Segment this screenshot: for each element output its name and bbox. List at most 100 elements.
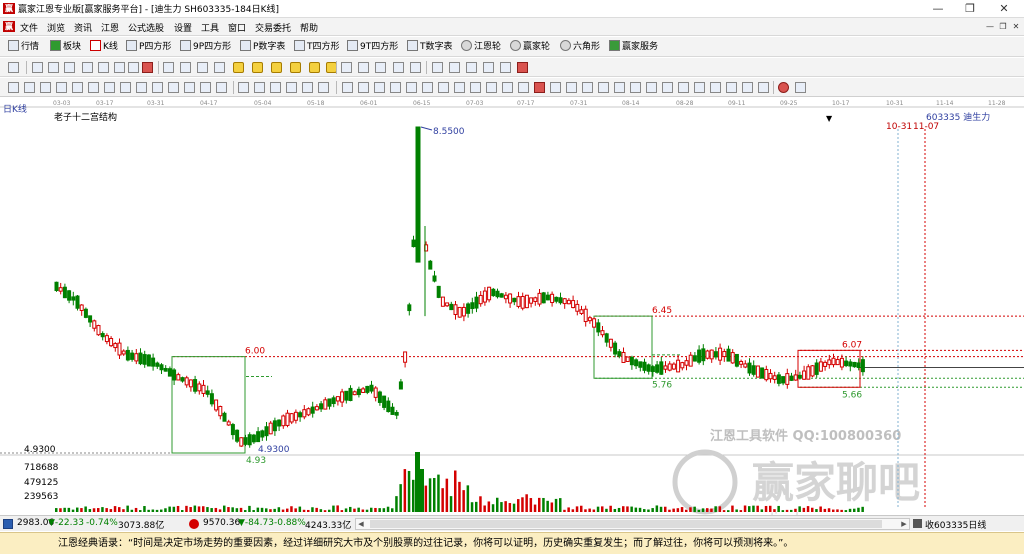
winner-service-button[interactable]: 赢家服务	[609, 40, 658, 54]
bars-3-icon[interactable]	[726, 82, 737, 93]
tri-icon[interactable]	[390, 82, 401, 93]
bars-icon[interactable]	[82, 62, 93, 73]
kline-button[interactable]: K线	[90, 40, 118, 54]
winner-wheel-button[interactable]: 赢家轮	[510, 40, 550, 54]
menu-file[interactable]: 文件	[20, 21, 38, 34]
arrow-right-icon[interactable]	[486, 82, 497, 93]
time-icon[interactable]	[582, 82, 593, 93]
period-label[interactable]: 日K线	[3, 102, 27, 115]
ladder-icon[interactable]	[518, 82, 529, 93]
square-icon[interactable]	[454, 82, 465, 93]
last-bar-icon[interactable]	[180, 62, 191, 73]
sync-icon[interactable]	[598, 82, 609, 93]
cross-icon[interactable]	[438, 82, 449, 93]
menu-browse[interactable]: 浏览	[47, 21, 65, 34]
menu-info[interactable]: 资讯	[74, 21, 92, 34]
gann-box-icon[interactable]	[270, 82, 281, 93]
save-icon[interactable]	[466, 62, 477, 73]
menu-window[interactable]: 窗口	[228, 21, 246, 34]
diamond-3-icon[interactable]	[271, 62, 282, 73]
scroll-right-icon[interactable]: ▶	[899, 519, 909, 529]
mirror-icon[interactable]	[646, 82, 657, 93]
diamond-2-icon[interactable]	[252, 62, 263, 73]
copy-icon[interactable]	[500, 62, 511, 73]
text-icon[interactable]	[184, 82, 195, 93]
gann-wheel-button[interactable]: 江恩轮	[461, 40, 501, 54]
quotes-button[interactable]: 行情	[8, 40, 39, 54]
sector-button[interactable]: 板块	[50, 40, 81, 54]
clear-icon[interactable]	[410, 62, 421, 73]
measure-icon[interactable]	[216, 82, 227, 93]
chart-type-icon[interactable]	[32, 62, 43, 73]
fan-icon[interactable]	[88, 82, 99, 93]
zigzag-icon[interactable]	[566, 82, 577, 93]
dotted-icon[interactable]	[662, 82, 673, 93]
table-icon[interactable]	[449, 62, 460, 73]
first-bar-icon[interactable]	[163, 62, 174, 73]
arrow-up-icon[interactable]	[72, 82, 83, 93]
diamond-5-icon[interactable]	[309, 62, 320, 73]
bracket-icon[interactable]	[678, 82, 689, 93]
menu-trade[interactable]: 交易委托	[255, 21, 291, 34]
pointer-icon[interactable]	[375, 62, 386, 73]
arrow-down-icon[interactable]	[128, 62, 139, 73]
menu-settings[interactable]: 设置	[174, 21, 192, 34]
layout-icon[interactable]	[8, 62, 19, 73]
channel-icon[interactable]	[24, 82, 35, 93]
next-bar-icon[interactable]	[214, 62, 225, 73]
infinity-icon[interactable]	[795, 82, 806, 93]
time-zone-icon[interactable]	[136, 82, 147, 93]
t-square-button[interactable]: T四方形	[294, 40, 340, 54]
spiral-icon[interactable]	[406, 82, 417, 93]
bars-5-icon[interactable]	[758, 82, 769, 93]
fib-icon[interactable]	[470, 82, 481, 93]
level-icon[interactable]	[550, 82, 561, 93]
kline-chart[interactable]: 03-03 03-17 03-31 04-17 05-04 05-18 06-01 06-15…	[0, 97, 1024, 515]
t-number-table-button[interactable]: T数字表	[407, 40, 453, 54]
p-number-table-button[interactable]: P数字表	[240, 40, 285, 54]
arc-icon[interactable]	[104, 82, 115, 93]
percent-icon[interactable]	[534, 82, 545, 93]
9p-square-button[interactable]: 9P四方形	[180, 40, 231, 54]
double-line-icon[interactable]	[358, 82, 369, 93]
flag-icon[interactable]	[142, 62, 153, 73]
mark-icon[interactable]	[614, 82, 625, 93]
calendar-icon[interactable]	[432, 62, 443, 73]
zero-icon[interactable]	[114, 62, 125, 73]
mdi-minimize-button[interactable]: —	[985, 21, 995, 32]
diamond-1-icon[interactable]	[233, 62, 244, 73]
hexagon-button[interactable]: 六角形	[560, 40, 600, 54]
histogram-icon[interactable]	[694, 82, 705, 93]
mdi-restore-button[interactable]: ❐	[998, 21, 1008, 32]
menu-tools[interactable]: 工具	[201, 21, 219, 34]
gann-line-icon[interactable]	[238, 82, 249, 93]
gann-grid-icon[interactable]	[302, 82, 313, 93]
ray-icon[interactable]	[40, 82, 51, 93]
9t-square-button[interactable]: 9T四方形	[347, 40, 398, 54]
horizontal-scrollbar[interactable]: ◀ ▶	[355, 518, 910, 530]
prev-bar-icon[interactable]	[197, 62, 208, 73]
record-icon[interactable]	[778, 82, 789, 93]
gann-angle-icon[interactable]	[254, 82, 265, 93]
minimize-button[interactable]: —	[922, 0, 954, 18]
fork-icon[interactable]	[56, 82, 67, 93]
hand-icon[interactable]	[341, 62, 352, 73]
cycle-icon[interactable]	[152, 82, 163, 93]
stop-icon[interactable]	[517, 62, 528, 73]
menu-gann[interactable]: 江恩	[101, 21, 119, 34]
line-icon[interactable]	[8, 82, 19, 93]
menu-formula-select[interactable]: 公式选股	[128, 21, 164, 34]
mdi-close-button[interactable]: ✕	[1011, 21, 1021, 32]
close-button[interactable]: ✕	[988, 0, 1020, 18]
zoom-icon[interactable]	[393, 62, 404, 73]
retrace-icon[interactable]	[502, 82, 513, 93]
stack-icon[interactable]	[98, 62, 109, 73]
crosshair-icon[interactable]	[358, 62, 369, 73]
bar-pattern-icon[interactable]	[342, 82, 353, 93]
scroll-left-icon[interactable]: ◀	[356, 519, 366, 529]
diamond-4-icon[interactable]	[290, 62, 301, 73]
lock-icon[interactable]	[630, 82, 641, 93]
bars-2-icon[interactable]	[710, 82, 721, 93]
study-dropdown-icon[interactable]: ▼	[826, 114, 832, 123]
channel-2-icon[interactable]	[422, 82, 433, 93]
